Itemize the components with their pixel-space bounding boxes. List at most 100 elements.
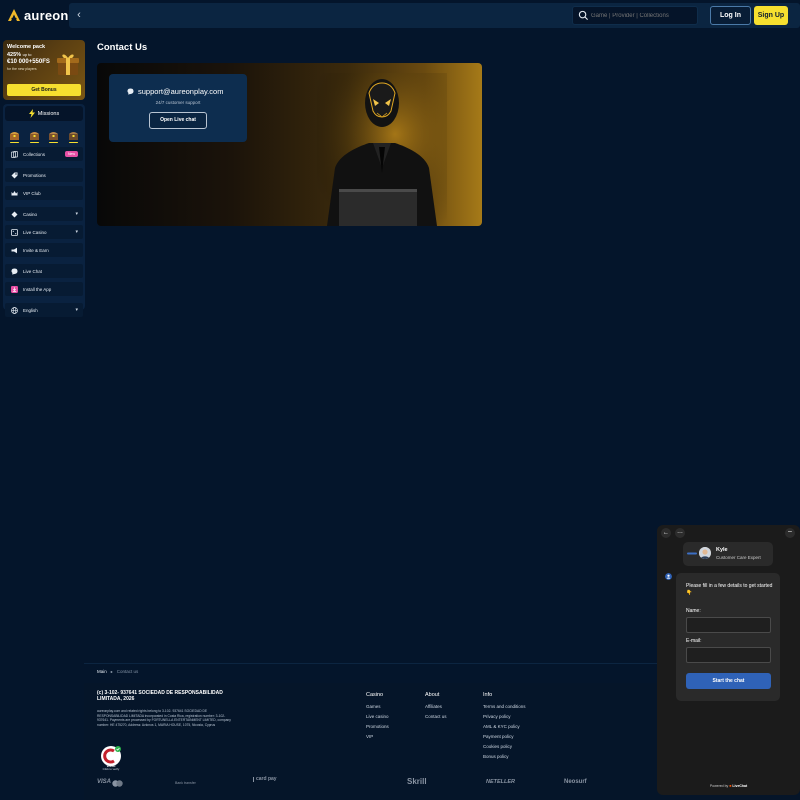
lightning-icon [28,109,35,118]
footer-link[interactable]: Privacy policy [483,714,526,719]
globe-icon [11,306,18,314]
footer-link[interactable]: Payment policy [483,734,526,739]
footer-column-casino: Casino Games Live casino Promotions VIP [366,692,389,744]
footer-heading: About [425,692,440,698]
page-title: Contact Us [97,42,148,53]
language-selector[interactable]: English ▾ [5,303,83,317]
sidebar-item-invite-earn[interactable]: Invite & Earn [5,243,83,257]
sidebar-item-live-casino[interactable]: Live Casino ▾ [5,225,83,239]
sidebar: Welcome pack 425% up to €10 000+550FS fo… [3,40,85,317]
payment-logo-neteller: NETELLER [486,779,516,785]
sidebar-item-install-app[interactable]: Install the App [5,282,83,296]
legal-text: aureonplay.com and related rights belong… [97,709,231,727]
tag-icon [11,172,18,178]
login-button[interactable]: Log In [710,6,751,25]
treasure-chest-icon [68,132,78,140]
minimize-icon[interactable]: – [785,528,795,538]
footer-link[interactable]: Bonus policy [483,754,526,759]
footer-link[interactable]: Live casino [366,714,389,719]
signup-button[interactable]: Sign Up [754,6,788,25]
treasure-chest-icon [29,132,39,140]
seal-verify-text[interactable]: Click to verify [97,767,125,771]
chest-progress [68,141,78,143]
chevron-down-icon[interactable]: ▾ [75,211,78,217]
sidebar-item-promotions[interactable]: Promotions [5,168,83,182]
footer-link[interactable]: Promotions [366,724,389,729]
header: aureon ‹ Log In Sign Up [0,0,800,31]
payment-methods: VISA Bank transfer card pay Skrill NETEL… [97,777,597,791]
agent-name: Kyle [716,547,728,553]
breadcrumb-separator-icon: ▸ [110,669,113,674]
footer-link[interactable]: Cookies policy [483,744,526,749]
sidebar-item-label: Collections [23,151,46,157]
welcome-subtext: for the new players [7,67,37,71]
chevron-down-icon[interactable]: ▾ [75,307,78,313]
arrow-left-icon[interactable]: ← [661,528,671,538]
footer-link[interactable]: Games [366,704,389,709]
search-input[interactable] [591,8,695,23]
logo[interactable]: aureon [7,7,69,23]
sidebar-item-label: VIP Club [23,190,41,196]
sidebar-item-label: Casino [23,211,38,217]
search-box[interactable] [572,6,698,25]
logo-text: aureon [24,7,69,23]
chest-1[interactable] [9,128,20,143]
live-casino-icon [11,228,18,236]
footer-link[interactable]: Affiliates [425,704,447,709]
payment-logo-cardpay: card pay [253,777,281,782]
mission-chests [5,124,83,143]
welcome-title: Welcome pack [7,44,46,50]
search-icon [578,10,589,21]
prechat-form: Please fill in a few details to get star… [676,573,780,701]
support-email[interactable]: support@aureonplay.com [127,87,223,96]
more-options-icon[interactable]: … [675,528,685,538]
sidebar-item-collections[interactable]: Collections New [5,147,83,161]
sidebar-item-vip-club[interactable]: VIP Club [5,186,83,200]
footer-link[interactable]: AML & KYC policy [483,724,526,729]
chest-2[interactable] [29,128,40,143]
powered-by[interactable]: Powered by ■ LiveChat [657,784,800,788]
crown-icon [11,190,18,195]
footer-heading: Casino [366,692,384,698]
chest-4[interactable] [68,128,79,143]
get-bonus-button[interactable]: Get Bonus [7,84,81,96]
payment-logo-skrill: Skrill [407,777,427,786]
sidebar-item-live-chat[interactable]: Live Chat [5,264,83,278]
start-chat-button[interactable]: Start the chat [686,673,771,689]
download-icon [11,285,18,293]
collapse-sidebar-icon[interactable]: ‹ [73,8,85,22]
footer-link[interactable]: VIP [366,734,389,739]
welcome-percent: 425% up to [7,52,32,58]
top-bar: ‹ Log In Sign Up [69,3,800,28]
masked-figure-illustration [317,73,447,226]
name-label: Name: [686,608,701,614]
name-field[interactable] [686,617,771,633]
email-field[interactable] [686,647,771,663]
breadcrumb-current: Contact us [116,669,139,674]
breadcrumb-home[interactable]: Main [97,669,107,674]
footer-link[interactable]: Contact us [425,714,447,719]
missions-header[interactable]: Missions [5,106,83,121]
casino-chip-icon [11,211,18,217]
cards-icon [11,150,18,158]
chest-progress [49,141,59,143]
chest-progress [29,141,39,143]
brand-logo-icon [687,552,697,555]
welcome-amount: €10 000+550FS [7,59,50,65]
megaphone-icon [11,247,17,253]
chest-3[interactable] [48,128,59,143]
sidebar-item-label: English [23,307,38,313]
gift-box-icon [57,54,79,75]
sidebar-item-casino[interactable]: Casino ▾ [5,207,83,221]
welcome-banner[interactable]: Welcome pack 425% up to €10 000+550FS fo… [3,40,85,100]
legal-title: (c) 3-102- 937641 SOCIEDAD DE RESPONSABI… [97,690,223,702]
agent-card: Kyle Customer Care Expert [683,542,773,566]
logo-mark-icon [8,9,20,21]
open-live-chat-button[interactable]: Open Live chat [149,112,207,129]
chevron-down-icon[interactable]: ▾ [75,229,78,235]
footer-heading: Info [483,692,493,698]
live-chat-widget: ← … – Kyle Customer Care Expert Please f… [657,525,800,795]
payment-logo-bank-transfer: Bank transfer [175,781,196,785]
sidebar-item-label: Live Chat [23,268,43,274]
footer-link[interactable]: Terms and conditions [483,704,526,709]
